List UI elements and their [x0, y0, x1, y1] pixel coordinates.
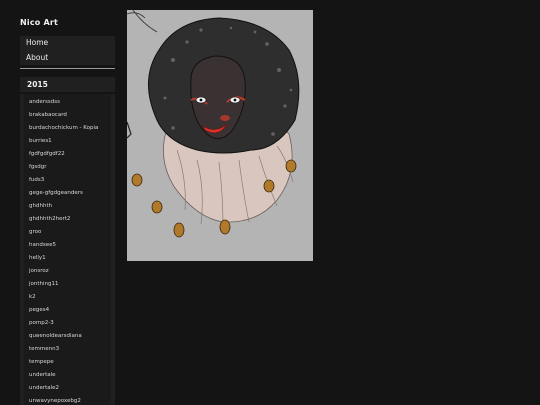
post-link[interactable]: peges4 [24, 304, 111, 317]
post-link[interactable]: anderssdss [24, 96, 111, 109]
post-link[interactable]: ghdhhth2hert2 [24, 213, 111, 226]
post-link[interactable]: unwavynepoxebg2 [24, 395, 111, 405]
post-link[interactable]: k2 [24, 291, 111, 304]
post-link[interactable]: temmenn3 [24, 343, 111, 356]
post-link[interactable]: ghdhhth [24, 200, 111, 213]
main-nav: Home About [20, 36, 115, 65]
post-link[interactable]: pomp2-3 [24, 317, 111, 330]
post-link[interactable]: brakabaocard [24, 109, 111, 122]
post-link[interactable]: queenoldearsdiana [24, 330, 111, 343]
post-link[interactable]: helly1 [24, 252, 111, 265]
post-link[interactable]: burdachochickum - Kopia [24, 122, 111, 135]
post-link[interactable]: undertale [24, 369, 111, 382]
archive-year-heading[interactable]: 2015 [20, 77, 115, 92]
post-link[interactable]: fuds3 [24, 174, 111, 187]
nav-divider [20, 68, 115, 69]
artwork-image[interactable] [127, 10, 313, 261]
post-link[interactable]: jonsroz [24, 265, 111, 278]
post-link[interactable]: gege-gfgdgeanders [24, 187, 111, 200]
nav-home-link[interactable]: Home [20, 36, 115, 51]
nav-about-link[interactable]: About [20, 51, 115, 66]
post-link[interactable]: undertale2 [24, 382, 111, 395]
post-link[interactable]: tempepe [24, 356, 111, 369]
archive-panel: 2015 anderssdss brakabaocard burdachochi… [20, 77, 115, 405]
site-title[interactable]: Nico Art [20, 18, 58, 27]
artwork-drawing [127, 10, 313, 261]
post-list: anderssdss brakabaocard burdachochickum … [24, 94, 111, 405]
post-link[interactable]: groo [24, 226, 111, 239]
post-link[interactable]: burries1 [24, 135, 111, 148]
post-link[interactable]: jonthing11 [24, 278, 111, 291]
post-link[interactable]: handsee5 [24, 239, 111, 252]
post-link[interactable]: fgsdgr [24, 161, 111, 174]
post-link[interactable]: fgdfgdfgdf22 [24, 148, 111, 161]
